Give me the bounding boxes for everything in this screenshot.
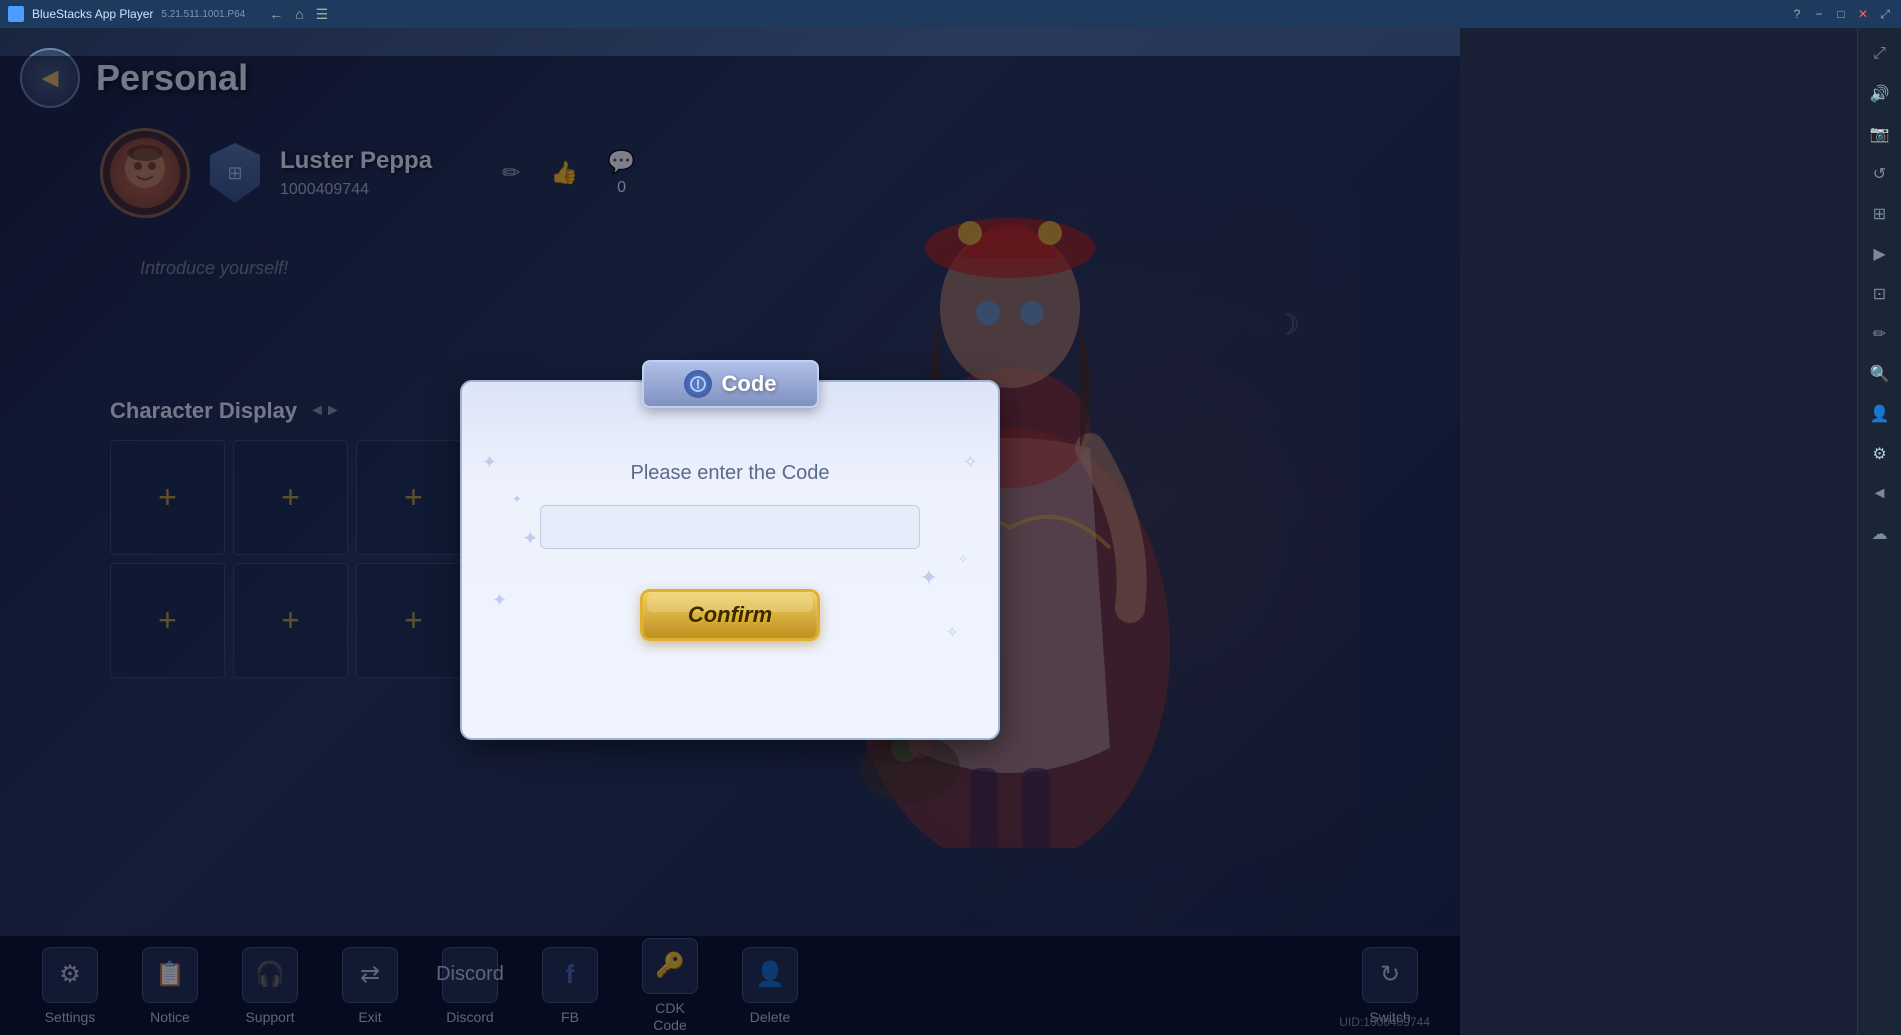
- confirm-button-label: Confirm: [688, 602, 772, 628]
- dialog-title-icon: [684, 370, 712, 398]
- sparkle-1: ✦: [482, 452, 497, 473]
- dialog-title-box: Code: [642, 360, 819, 408]
- sidebar-crop-icon[interactable]: ⊡: [1864, 278, 1896, 310]
- dialog-prompt: Please enter the Code: [630, 462, 829, 485]
- close-button[interactable]: ✕: [1855, 6, 1871, 22]
- code-dialog: Code ✦ ✧ ✦ ✦ ✧ ✦ ✧ ✦ Please enter the Co…: [460, 380, 1000, 740]
- expand-button[interactable]: ⤢: [1877, 6, 1893, 22]
- sidebar-search-icon[interactable]: 🔍: [1864, 358, 1896, 390]
- minimize-button[interactable]: −: [1811, 6, 1827, 22]
- nav-menu[interactable]: ☰: [316, 6, 329, 23]
- sidebar-cloud-icon[interactable]: ☁: [1864, 518, 1896, 550]
- nav-home[interactable]: ⌂: [295, 6, 303, 22]
- title-bar-controls: ? − □ ✕ ⤢: [1789, 6, 1893, 22]
- sparkle-8: ✦: [522, 526, 539, 551]
- sparkle-3: ✦: [512, 492, 522, 506]
- sparkle-6: ✦: [920, 565, 938, 591]
- bluestacks-logo: [8, 6, 24, 22]
- sparkle-5: ✧: [946, 624, 958, 641]
- dialog-body: ✦ ✧ ✦ ✦ ✧ ✦ ✧ ✦ Please enter the Code Co…: [462, 432, 998, 671]
- dialog-header: Code: [462, 360, 998, 408]
- sparkle-4: ✦: [492, 590, 507, 611]
- sidebar-person-icon[interactable]: 👤: [1864, 398, 1896, 430]
- title-bar: BlueStacks App Player 5.21.511.1001.P64 …: [0, 0, 1901, 28]
- app-version: 5.21.511.1001.P64: [161, 9, 245, 20]
- sidebar-camera-icon[interactable]: 📷: [1864, 118, 1896, 150]
- code-input[interactable]: [540, 505, 920, 549]
- maximize-button[interactable]: □: [1833, 6, 1849, 22]
- game-area: ☽ ◄ Personal ⊞: [0, 28, 1460, 1035]
- title-bar-left: BlueStacks App Player 5.21.511.1001.P64 …: [8, 6, 328, 23]
- right-sidebar: ⤢ 🔊 📷 ↺ ⊞ ▶ ⊡ ✏ 🔍 👤 ⚙ ◄ ☁: [1857, 28, 1901, 1035]
- app-title: BlueStacks App Player: [32, 7, 153, 21]
- sparkle-2: ✧: [963, 452, 978, 473]
- sidebar-settings-icon[interactable]: ⚙: [1864, 438, 1896, 470]
- sidebar-expand-icon[interactable]: ⤢: [1864, 38, 1896, 70]
- modal-overlay: Code ✦ ✧ ✦ ✦ ✧ ✦ ✧ ✦ Please enter the Co…: [0, 56, 1460, 1035]
- sparkle-7: ✧: [958, 552, 968, 566]
- title-bar-nav: ← ⌂ ☰: [269, 6, 328, 23]
- help-button[interactable]: ?: [1789, 6, 1805, 22]
- confirm-button[interactable]: Confirm: [640, 589, 820, 641]
- sidebar-brush-icon[interactable]: ✏: [1864, 318, 1896, 350]
- nav-back[interactable]: ←: [269, 6, 283, 22]
- sidebar-volume-icon[interactable]: 🔊: [1864, 78, 1896, 110]
- dialog-title: Code: [722, 371, 777, 397]
- sidebar-video-icon[interactable]: ▶: [1864, 238, 1896, 270]
- sidebar-refresh-icon[interactable]: ↺: [1864, 158, 1896, 190]
- sidebar-layers-icon[interactable]: ⊞: [1864, 198, 1896, 230]
- sidebar-back-icon[interactable]: ◄: [1864, 478, 1896, 510]
